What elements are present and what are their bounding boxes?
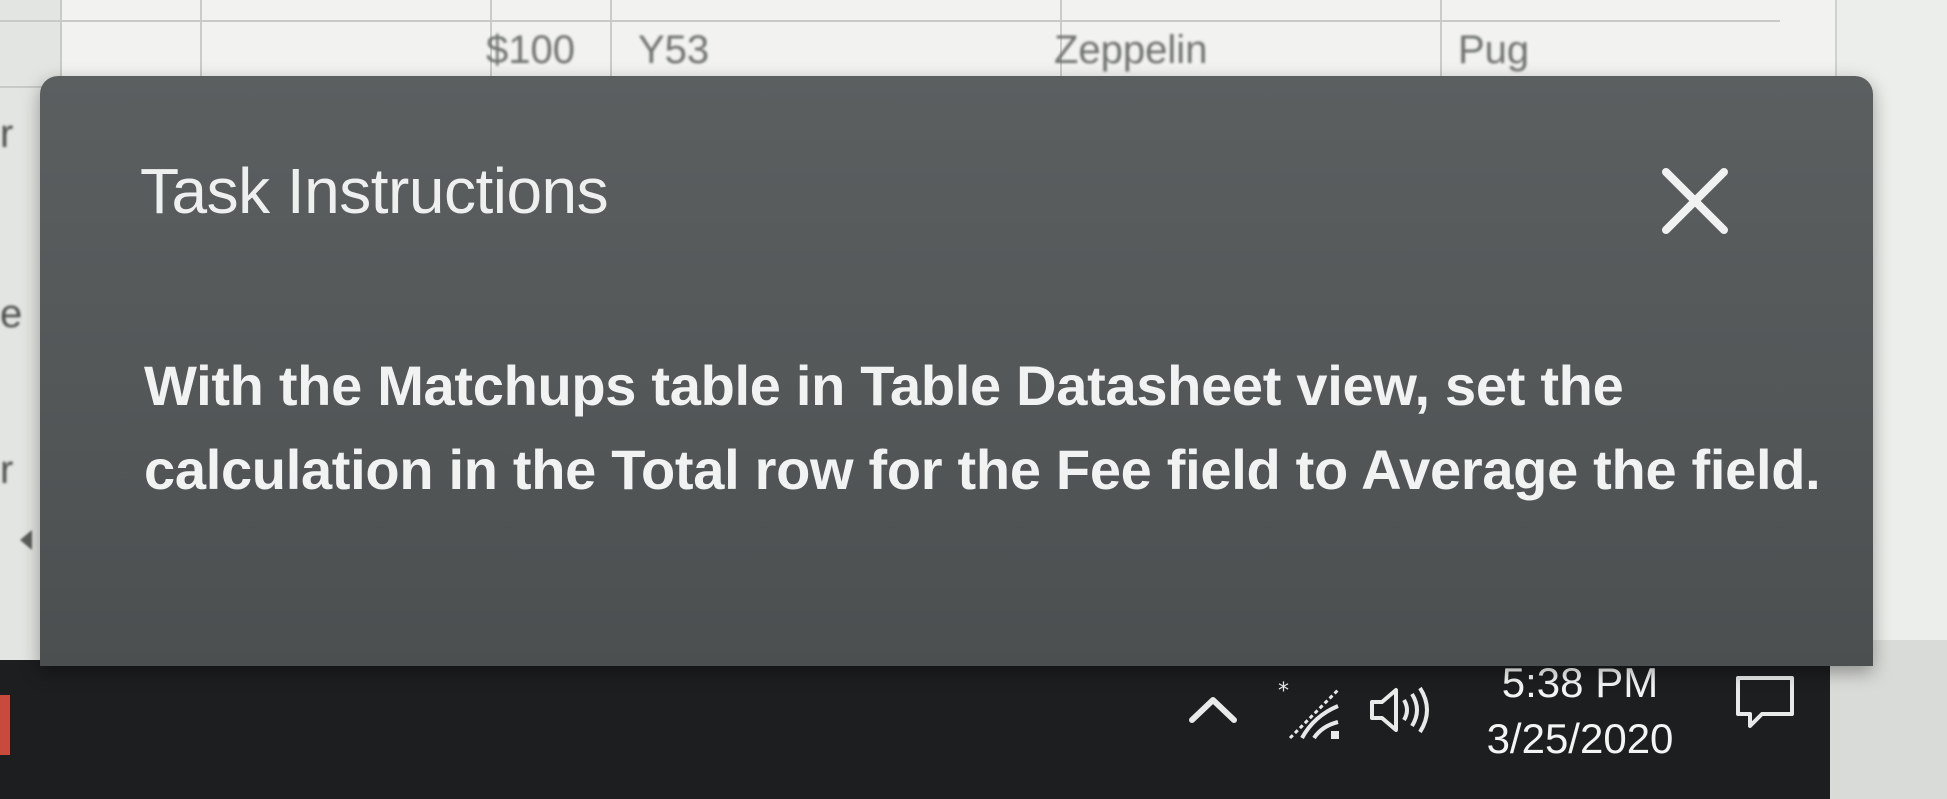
- close-icon: [1662, 168, 1728, 234]
- row-label-fragment: r: [0, 448, 14, 492]
- id-cell[interactable]: Y53: [638, 28, 709, 73]
- close-button[interactable]: [1654, 160, 1736, 242]
- name-cell[interactable]: Zeppelin: [1054, 28, 1207, 73]
- svg-text:*: *: [1278, 679, 1289, 704]
- screen: $100 Y53 Zeppelin Pug r e r * 5:38 PM 3/…: [0, 0, 1947, 799]
- app-icon[interactable]: [0, 695, 10, 755]
- fee-cell[interactable]: $100: [486, 28, 575, 73]
- task-title: Task Instructions: [140, 155, 609, 227]
- table-row[interactable]: [0, 0, 1780, 22]
- task-instructions-panel: Task Instructions With the Matchups tabl…: [40, 76, 1873, 666]
- volume-icon[interactable]: [1366, 680, 1436, 748]
- task-instruction-text: With the Matchups table in Table Datashe…: [144, 354, 1821, 501]
- notification-icon[interactable]: [1732, 670, 1798, 744]
- clock-date: 3/25/2020: [1486, 715, 1674, 762]
- breed-cell[interactable]: Pug: [1458, 28, 1529, 73]
- chevron-up-icon[interactable]: [1186, 690, 1240, 738]
- row-label-fragment: e: [0, 292, 23, 336]
- taskbar-clock[interactable]: 5:38 PM 3/25/2020: [1460, 655, 1700, 767]
- row-label-fragment: r: [0, 112, 14, 156]
- wifi-icon[interactable]: *: [1276, 676, 1346, 754]
